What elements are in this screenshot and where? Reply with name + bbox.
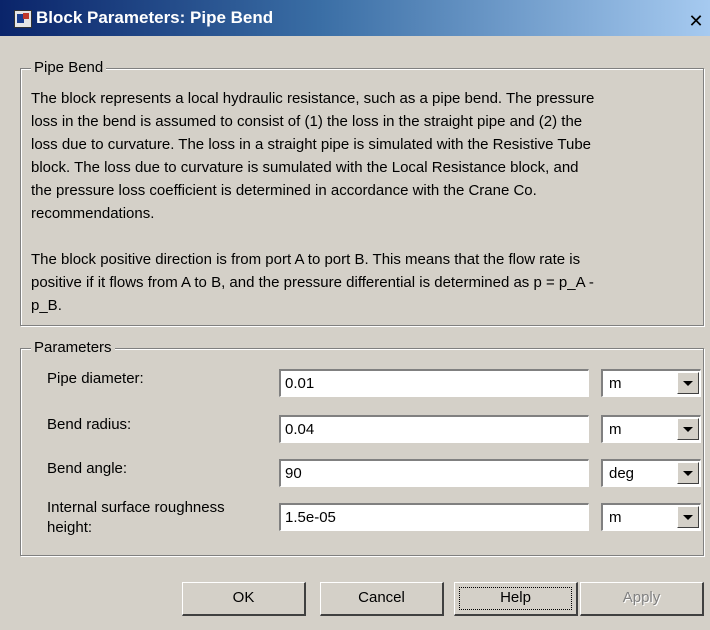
roughness-unit-select[interactable]: m: [601, 503, 701, 531]
chevron-down-icon[interactable]: [677, 372, 699, 394]
title-bar[interactable]: Block Parameters: Pipe Bend ✕: [0, 0, 710, 36]
chevron-down-icon[interactable]: [677, 506, 699, 528]
description-group: Pipe Bend The block represents a local h…: [20, 59, 704, 326]
help-button[interactable]: Help: [454, 582, 578, 616]
description-group-title: Pipe Bend: [31, 59, 107, 77]
ok-button-label: OK: [232, 589, 255, 606]
chevron-down-icon[interactable]: [677, 418, 699, 440]
bend-angle-input[interactable]: [279, 459, 589, 487]
bend-radius-unit-value: m: [609, 421, 622, 438]
bend-radius-input[interactable]: [279, 415, 589, 443]
close-icon: ✕: [688, 11, 704, 32]
param-row-bend-angle: Bend angle: deg: [21, 457, 705, 489]
cancel-button-label: Cancel: [358, 589, 405, 606]
param-row-pipe-diameter: Pipe diameter: m: [21, 367, 705, 399]
bend-angle-unit-select[interactable]: deg: [601, 459, 701, 487]
bend-radius-label: Bend radius:: [47, 416, 132, 433]
apply-button-label: Apply: [622, 589, 661, 606]
pipe-diameter-input[interactable]: [279, 369, 589, 397]
block-parameters-dialog: Block Parameters: Pipe Bend ✕ Pipe Bend …: [0, 0, 710, 630]
roughness-unit-value: m: [609, 509, 622, 526]
apply-button: Apply: [580, 582, 704, 616]
param-row-bend-radius: Bend radius: m: [21, 413, 705, 445]
bend-angle-label: Bend angle:: [47, 460, 128, 477]
roughness-input[interactable]: [279, 503, 589, 531]
param-row-roughness: Internal surface roughness height: m: [21, 499, 705, 536]
ok-button[interactable]: OK: [182, 582, 306, 616]
pipe-diameter-unit-value: m: [609, 375, 622, 392]
parameters-group-title: Parameters: [31, 339, 115, 357]
simulink-block-icon: [14, 10, 32, 28]
window-title: Block Parameters: Pipe Bend: [36, 8, 274, 27]
pipe-diameter-unit-select[interactable]: m: [601, 369, 701, 397]
parameters-group: Parameters Pipe diameter: m Bend radius:…: [20, 339, 705, 556]
pipe-diameter-label: Pipe diameter:: [47, 370, 144, 387]
block-description: The block represents a local hydraulic r…: [31, 90, 595, 314]
chevron-down-icon[interactable]: [677, 462, 699, 484]
cancel-button[interactable]: Cancel: [320, 582, 444, 616]
bend-angle-unit-value: deg: [609, 465, 635, 482]
bend-radius-unit-select[interactable]: m: [601, 415, 701, 443]
help-button-label: Help: [500, 589, 531, 606]
close-button[interactable]: ✕: [686, 12, 706, 32]
roughness-label: Internal surface roughness height:: [47, 499, 225, 536]
